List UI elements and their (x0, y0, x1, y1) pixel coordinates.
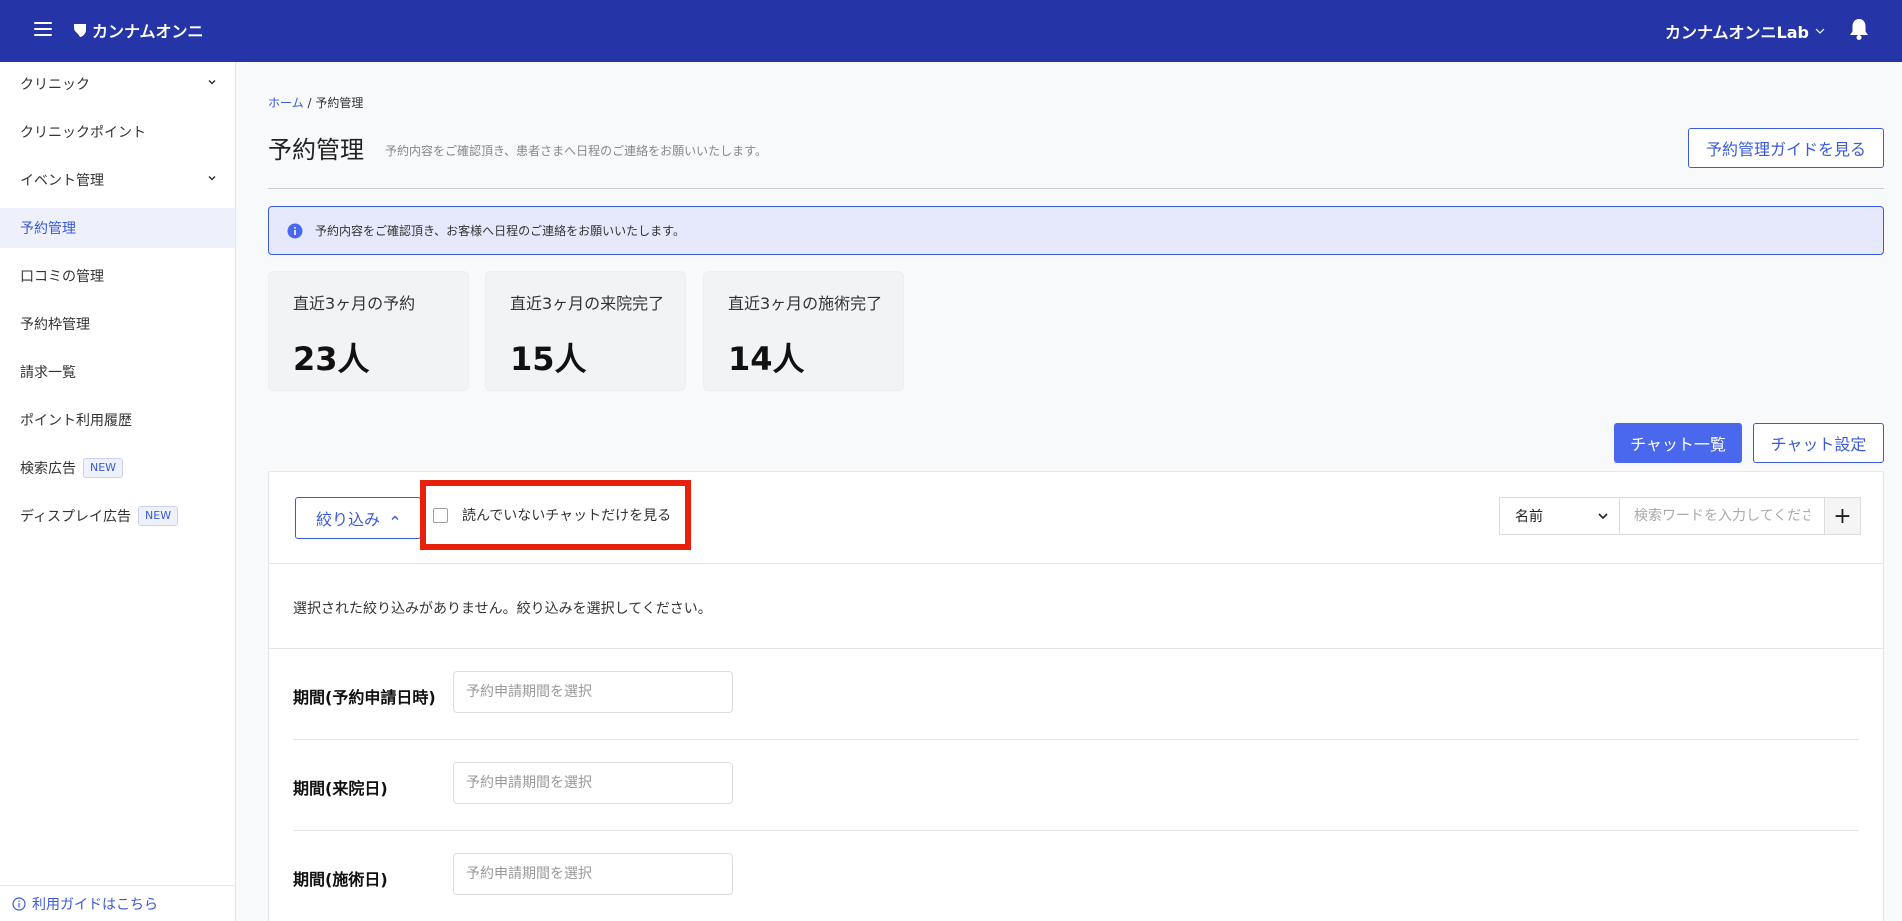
filter-button-label: 絞り込み (315, 510, 380, 529)
reservation-guide-button[interactable]: 予約管理ガイドを見る (1687, 128, 1884, 168)
chevron-down-icon (208, 175, 216, 181)
chevron-up-icon (391, 515, 399, 520)
sidebar-item-display-ads[interactable]: ディスプレイ広告 NEW (0, 496, 235, 536)
chat-settings-button[interactable]: チャット設定 (1753, 423, 1884, 463)
sidebar-item-label: 請求一覧 (20, 365, 76, 381)
period-treatment-input[interactable] (453, 853, 733, 895)
sidebar-item-reviews[interactable]: 口コミの管理 (0, 256, 235, 296)
sidebar-item-label: 予約枠管理 (20, 317, 90, 333)
notice-text: 予約内容をご確認頂き、お客様へ日程のご連絡をお願いいたします。 (315, 224, 685, 238)
user-name: カンナムオンニLab (1665, 23, 1809, 42)
sidebar-item-label: イベント管理 (20, 173, 104, 189)
info-icon (12, 896, 26, 911)
stat-label: 直近3ヶ月の予約 (293, 294, 416, 313)
period-row-treatment: 期間(施術日) (293, 831, 1859, 921)
sidebar-item-label: ポイント利用履歴 (20, 413, 132, 429)
new-badge: NEW (138, 506, 179, 526)
sidebar-item-label: クリニックポイント (20, 125, 146, 141)
chat-list-button[interactable]: チャット一覧 (1614, 423, 1742, 463)
sidebar-item-label: クリニック (20, 77, 90, 93)
sidebar-item-label: 検索広告 (20, 461, 76, 477)
brand-logo[interactable]: カンナムオンニ (72, 18, 204, 42)
breadcrumb-home-link[interactable]: ホーム (268, 96, 304, 110)
info-icon (287, 223, 303, 238)
sidebar-item-event-management[interactable]: イベント管理 (0, 160, 235, 200)
sidebar-item-reservation-management[interactable]: 予約管理 (0, 208, 235, 248)
sidebar-item-label: 口コミの管理 (20, 269, 104, 285)
new-badge: NEW (83, 458, 124, 478)
sidebar-item-clinic-point[interactable]: クリニックポイント (0, 112, 235, 152)
stat-label: 直近3ヶ月の来院完了 (510, 294, 665, 313)
heart-logo-icon (74, 24, 86, 37)
stat-value: 23人 (293, 340, 370, 378)
sidebar-item-clinic[interactable]: クリニック (0, 64, 235, 104)
usage-guide-label: 利用ガイドはこちら (32, 896, 158, 913)
sidebar-item-label: 予約管理 (20, 221, 76, 237)
unread-only-toggle[interactable]: 読んでいないチャットだけを見る (420, 480, 691, 550)
sidebar: クリニック クリニックポイント イベント管理 予約管理 口コミの管理 予約枠管理… (0, 62, 236, 921)
add-search-button[interactable]: + (1825, 497, 1861, 535)
sidebar-item-search-ads[interactable]: 検索広告 NEW (0, 448, 235, 488)
breadcrumb-current: 予約管理 (315, 96, 364, 110)
period-label: 期間(来院日) (293, 779, 388, 798)
period-row-visit: 期間(来院日) (293, 740, 1859, 831)
chevron-down-icon (1598, 513, 1608, 520)
unread-only-label: 読んでいないチャットだけを見る (462, 508, 672, 524)
stat-card-visits-completed: 直近3ヶ月の来院完了 15人 (485, 271, 686, 391)
top-header: カンナムオンニ カンナムオンニLab (0, 0, 1902, 62)
info-notice: 予約内容をご確認頂き、お客様へ日程のご連絡をお願いいたします。 (268, 206, 1884, 255)
chevron-down-icon (208, 79, 216, 85)
bell-icon[interactable] (1848, 17, 1870, 41)
stat-value: 15人 (510, 340, 587, 378)
title-divider (268, 188, 1884, 189)
stat-card-reservations: 直近3ヶ月の予約 23人 (268, 271, 469, 391)
sidebar-item-billing[interactable]: 請求一覧 (0, 352, 235, 392)
filter-toggle-button[interactable]: 絞り込み (295, 497, 421, 539)
search-input[interactable] (1619, 497, 1825, 535)
hamburger-menu-icon[interactable] (34, 22, 52, 36)
stat-label: 直近3ヶ月の施術完了 (728, 294, 883, 313)
page-title: 予約管理 (268, 136, 364, 164)
search-field-select[interactable]: 名前 (1499, 497, 1619, 535)
unread-only-checkbox[interactable] (433, 507, 448, 523)
user-menu[interactable]: カンナムオンニLab (1665, 19, 1825, 43)
stat-card-treatments-completed: 直近3ヶ月の施術完了 14人 (703, 271, 904, 391)
chevron-down-icon (1815, 28, 1825, 34)
page-description: 予約内容をご確認頂き、患者さまへ日程のご連絡をお願いいたします。 (385, 144, 767, 158)
period-row-application: 期間(予約申請日時) (293, 649, 1859, 740)
period-label: 期間(予約申請日時) (293, 688, 436, 707)
sidebar-item-point-history[interactable]: ポイント利用履歴 (0, 400, 235, 440)
period-application-input[interactable] (453, 671, 733, 713)
breadcrumb: ホーム / 予約管理 (268, 94, 363, 111)
empty-filter-message: 選択された絞り込みがありません。絞り込みを選択してください。 (293, 601, 712, 617)
sidebar-item-label: ディスプレイ広告 (20, 509, 132, 525)
divider (269, 563, 1883, 564)
usage-guide-link[interactable]: 利用ガイドはこちら (0, 885, 235, 921)
period-label: 期間(施術日) (293, 870, 388, 889)
main-content: ホーム / 予約管理 予約管理 予約内容をご確認頂き、患者さまへ日程のご連絡をお… (236, 62, 1902, 921)
stat-value: 14人 (728, 340, 805, 378)
brand-name: カンナムオンニ (92, 22, 204, 41)
search-field-selected: 名前 (1515, 509, 1543, 525)
breadcrumb-separator: / (307, 96, 312, 110)
sidebar-item-reservation-slots[interactable]: 予約枠管理 (0, 304, 235, 344)
period-visit-input[interactable] (453, 762, 733, 804)
filter-panel: 絞り込み 読んでいないチャットだけを見る 名前 + 選択された絞り込みがありませ… (268, 471, 1884, 921)
search-group: 名前 + (1499, 497, 1861, 535)
